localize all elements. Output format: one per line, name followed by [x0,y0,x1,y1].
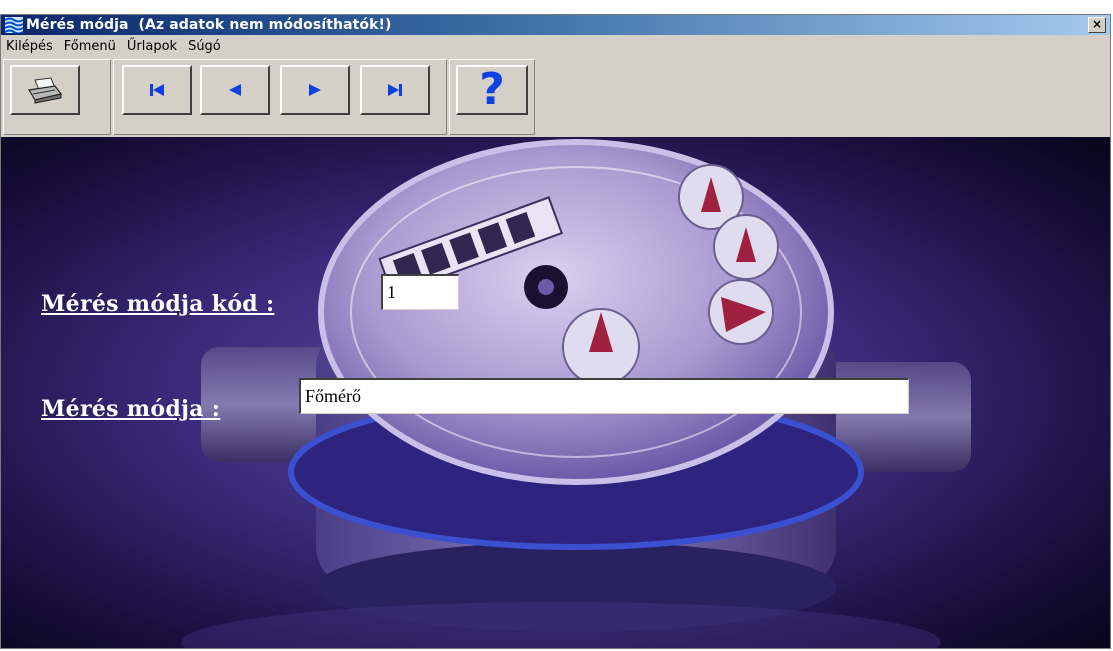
name-label: Mérés módja : [41,396,221,422]
name-field[interactable] [299,378,909,414]
menu-item-help[interactable]: Súgó [183,39,227,54]
window-title: Mérés módja (Az adatok nem módosíthatók!… [26,17,392,33]
app-window: Mérés módja (Az adatok nem módosíthatók!… [0,14,1111,649]
code-label: Mérés módja kód : [41,291,275,317]
navigation-group [113,59,447,135]
next-record-button[interactable] [280,65,350,115]
help-button[interactable]: ? [456,65,528,115]
menu-item-exit[interactable]: Kilépés [1,39,59,54]
help-group: ? [449,59,535,135]
last-record-button[interactable] [360,65,430,115]
print-button[interactable] [10,65,80,115]
close-button[interactable]: × [1088,17,1106,33]
printer-icon [28,77,63,104]
previous-record-button[interactable] [200,65,270,115]
first-record-button[interactable] [122,65,192,115]
title-bar[interactable]: Mérés módja (Az adatok nem módosíthatók!… [1,15,1110,35]
menu-bar: Kilépés Főmenü Űrlapok Súgó [1,35,1110,57]
last-record-icon [388,84,402,96]
menu-item-main-menu[interactable]: Főmenü [59,39,122,54]
menu-item-forms[interactable]: Űrlapok [122,39,183,54]
previous-record-icon [229,84,241,96]
help-icon: ? [479,64,505,115]
code-field[interactable] [381,274,459,310]
next-record-icon [309,84,321,96]
first-record-icon [150,84,164,96]
toolbar: ? [1,57,1110,137]
form-area: Mérés módja kód : Mérés módja : [1,137,1110,648]
screen-top-strip [0,0,1113,14]
print-group [3,59,111,135]
app-waves-icon [5,17,23,33]
